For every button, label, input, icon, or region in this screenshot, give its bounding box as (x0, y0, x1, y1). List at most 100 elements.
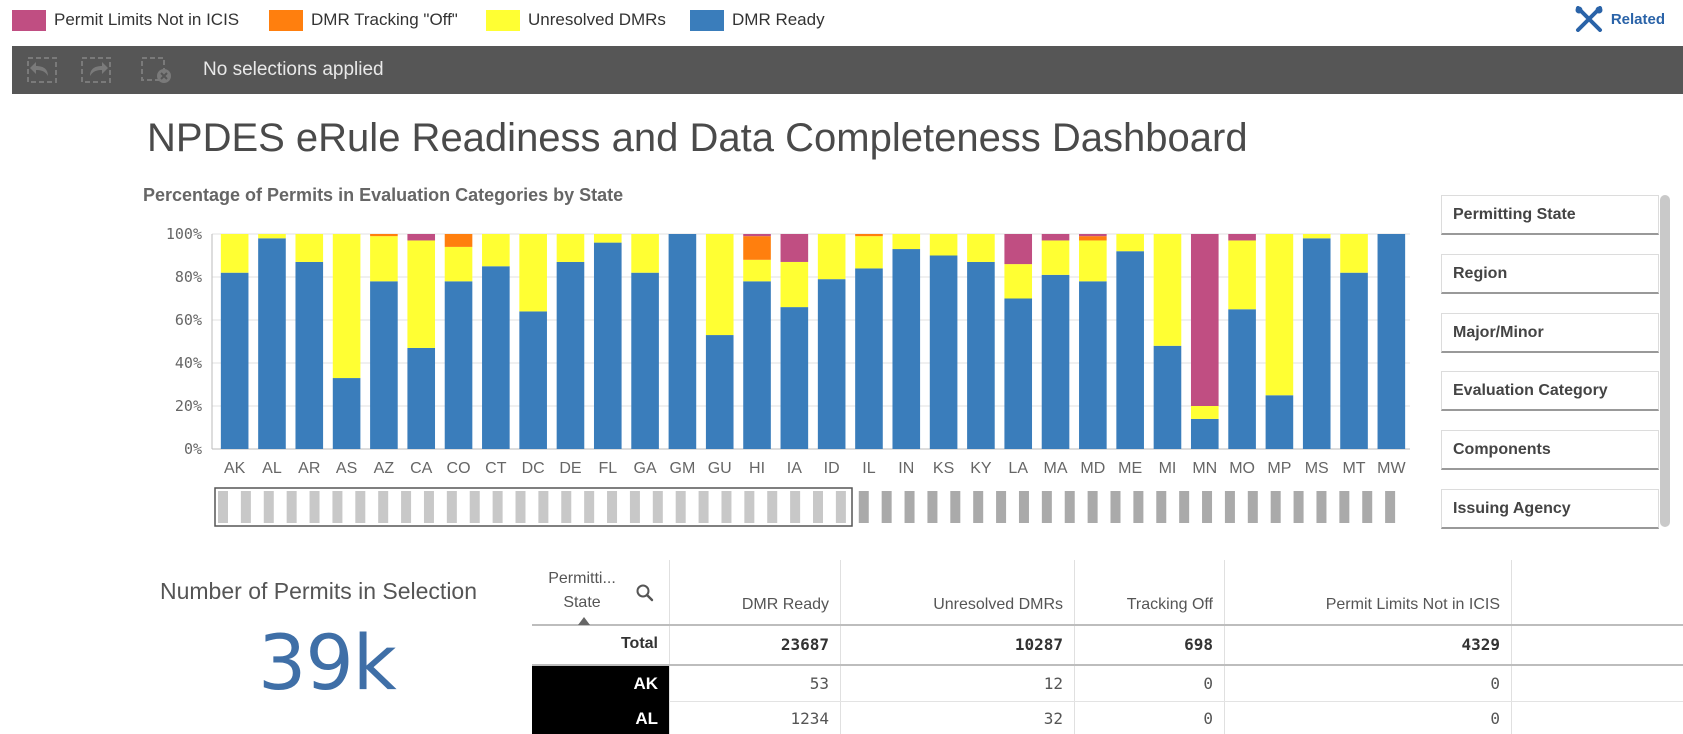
bar-segment[interactable] (817, 279, 846, 449)
bar-segment[interactable] (705, 234, 734, 336)
bar-segment[interactable] (1079, 236, 1107, 241)
bar-segment[interactable] (967, 261, 995, 449)
bar-segment[interactable] (1190, 234, 1219, 406)
bar-segment[interactable] (1116, 251, 1144, 449)
bar-segment[interactable] (929, 255, 958, 450)
bar-segment[interactable] (593, 234, 622, 243)
filter-region[interactable]: Region (1441, 254, 1659, 294)
bar-segment[interactable] (258, 234, 286, 239)
bar-segment[interactable] (1302, 238, 1331, 449)
bar-segment[interactable] (855, 236, 883, 269)
bar-segment[interactable] (295, 234, 324, 262)
bar-segment[interactable] (332, 234, 361, 379)
bar-segment[interactable] (743, 236, 771, 260)
bar-segment[interactable] (407, 234, 436, 241)
header-unresolved-dmrs[interactable]: Unresolved DMRs (840, 596, 1074, 614)
bar-segment[interactable] (780, 307, 809, 449)
table-row[interactable]: AK 53 12 0 0 (532, 666, 1683, 702)
bar-segment[interactable] (855, 234, 883, 237)
bar-segment[interactable] (407, 240, 436, 348)
bar-segment[interactable] (743, 259, 771, 282)
bar-segment[interactable] (1079, 234, 1107, 237)
bar-segment[interactable] (1004, 234, 1033, 265)
legend-item-tracking-off[interactable]: DMR Tracking "Off" (269, 9, 458, 31)
bar-segment[interactable] (593, 242, 622, 449)
bar-segment[interactable] (258, 238, 286, 449)
bar-segment[interactable] (519, 234, 547, 312)
bar-segment[interactable] (1004, 264, 1033, 299)
bar-segment[interactable] (1228, 240, 1256, 310)
state-cell[interactable]: AK (532, 666, 669, 701)
bar-segment[interactable] (1228, 309, 1256, 449)
legend-item-permit-limits[interactable]: Permit Limits Not in ICIS (12, 9, 239, 31)
filter-scrollbar[interactable] (1660, 195, 1670, 527)
bar-segment[interactable] (332, 378, 361, 449)
bar-segment[interactable] (556, 234, 585, 262)
header-state[interactable]: Permitti... State (532, 570, 632, 612)
bar-segment[interactable] (444, 246, 473, 282)
bar-segment[interactable] (668, 234, 697, 449)
bar-segment[interactable] (1190, 406, 1219, 419)
bar-segment[interactable] (407, 347, 436, 449)
bar-segment[interactable] (1265, 234, 1294, 396)
stacked-bar-chart[interactable]: 0% 20% 40% 60% 80% 100% AK AL AR AS AZ CA CO CT DC DE FL… (140, 224, 1410, 534)
header-permit-limits[interactable]: Permit Limits Not in ICIS (1224, 596, 1511, 614)
bar-segment[interactable] (967, 234, 995, 262)
bar-segment[interactable] (1377, 234, 1406, 449)
clear-selections-icon[interactable] (140, 56, 172, 84)
bar-segment[interactable] (482, 266, 510, 449)
bar-segment[interactable] (519, 311, 547, 449)
bar-segment[interactable] (929, 234, 958, 256)
bar-segment[interactable] (1153, 345, 1182, 449)
bar-segment[interactable] (892, 249, 921, 449)
table-row[interactable]: AL 1234 32 0 0 (532, 701, 1683, 734)
bar-segment[interactable] (1340, 272, 1368, 449)
bar-segment[interactable] (370, 236, 398, 282)
step-forward-icon[interactable] (80, 56, 112, 84)
bar-segment[interactable] (743, 281, 771, 449)
bar-segment[interactable] (1041, 274, 1070, 449)
bar-segment[interactable] (1265, 395, 1294, 449)
bar-segment[interactable] (556, 261, 585, 449)
step-back-icon[interactable] (26, 56, 58, 84)
bar-segment[interactable] (1041, 240, 1070, 275)
search-icon[interactable] (636, 584, 654, 602)
related-button[interactable]: Related (1575, 6, 1665, 32)
bar-segment[interactable] (220, 272, 249, 449)
bar-segment[interactable] (780, 234, 809, 262)
bar-segment[interactable] (370, 234, 398, 237)
bar-segment[interactable] (1041, 234, 1070, 241)
bar-segment[interactable] (1153, 234, 1182, 346)
bar-segment[interactable] (1116, 234, 1144, 252)
header-tracking-off[interactable]: Tracking Off (1074, 596, 1224, 614)
state-cell[interactable]: AL (532, 701, 669, 734)
header-dmr-ready[interactable]: DMR Ready (669, 596, 840, 614)
bar-segment[interactable] (855, 268, 883, 449)
bar-segment[interactable] (743, 234, 771, 237)
filter-issuing-agency[interactable]: Issuing Agency (1441, 489, 1659, 529)
bar-segment[interactable] (892, 234, 921, 250)
legend-item-unresolved[interactable]: Unresolved DMRs (486, 9, 666, 31)
filter-components[interactable]: Components (1441, 430, 1659, 470)
filter-evaluation-category[interactable]: Evaluation Category (1441, 371, 1659, 411)
legend-item-dmr-ready[interactable]: DMR Ready (690, 9, 825, 31)
filter-major-minor[interactable]: Major/Minor (1441, 313, 1659, 353)
bar-segment[interactable] (705, 335, 734, 449)
bar-segment[interactable] (1302, 234, 1331, 239)
bar-segment[interactable] (780, 261, 809, 308)
bar-segment[interactable] (1079, 281, 1107, 449)
bar-segment[interactable] (370, 281, 398, 449)
bar-segment[interactable] (1190, 418, 1219, 449)
bar-segment[interactable] (295, 261, 324, 449)
bar-segment[interactable] (482, 234, 510, 267)
bar-segment[interactable] (1228, 234, 1256, 241)
bar-segment[interactable] (631, 234, 659, 273)
bar-segment[interactable] (1079, 240, 1107, 282)
bar-segment[interactable] (444, 234, 473, 247)
bar-segment[interactable] (631, 272, 659, 449)
filter-permitting-state[interactable]: Permitting State (1441, 195, 1659, 235)
bar-segment[interactable] (220, 234, 249, 273)
bar-segment[interactable] (1340, 234, 1368, 273)
bar-segment[interactable] (444, 281, 473, 449)
bar-segment[interactable] (817, 234, 846, 280)
